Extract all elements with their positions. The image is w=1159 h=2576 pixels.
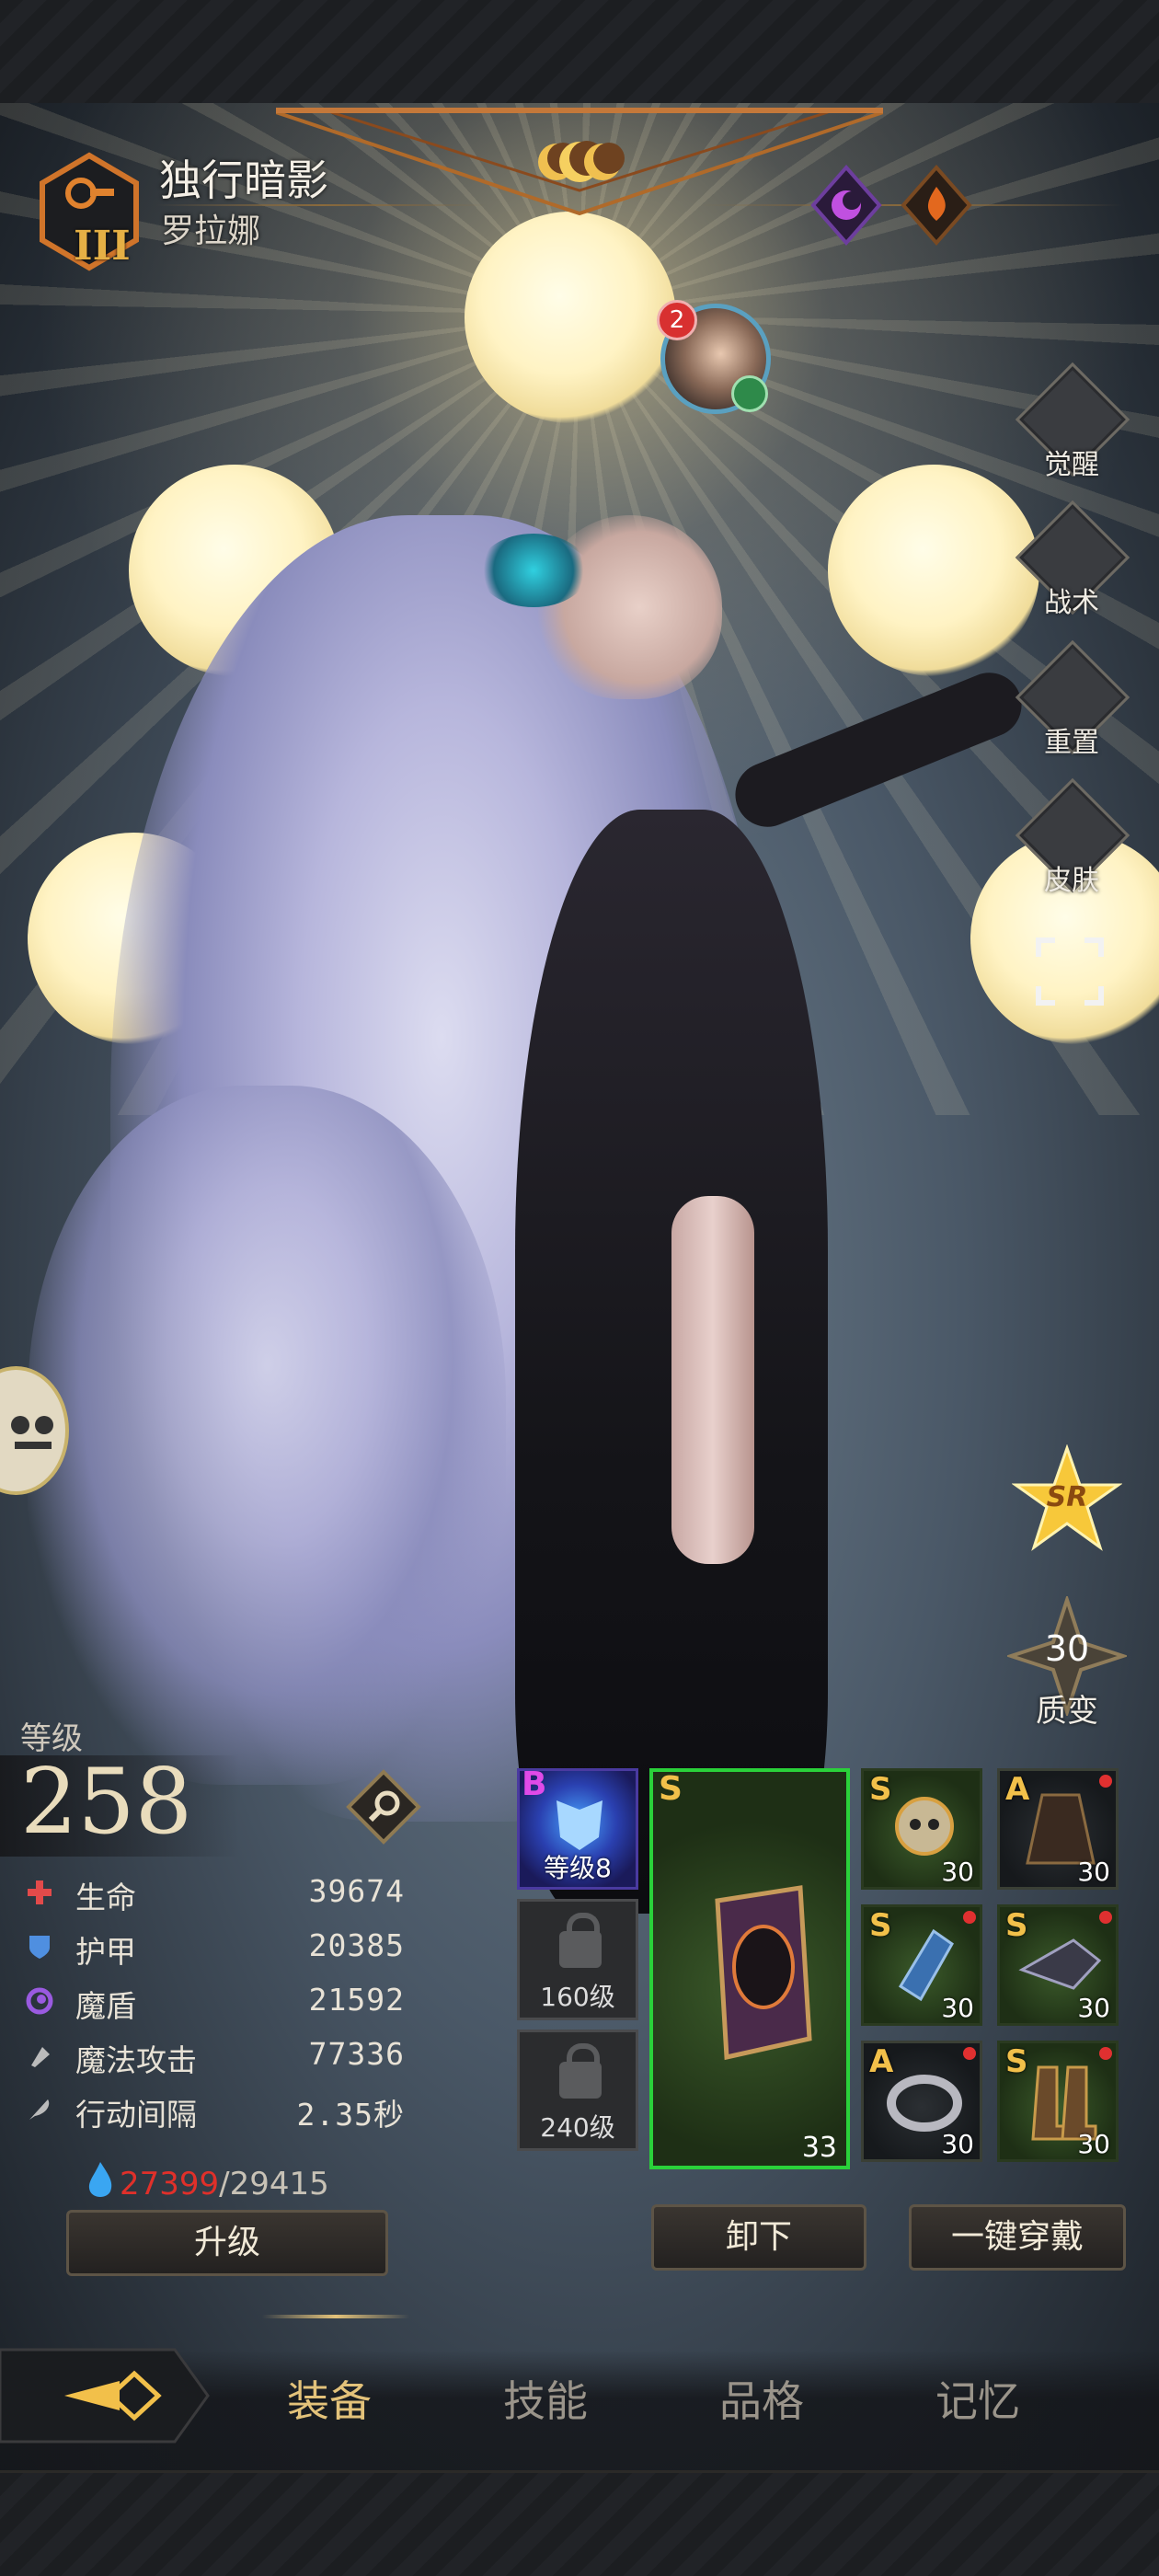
feather-headdress [478, 534, 589, 607]
side-button-awaken[interactable]: 觉醒 [1015, 362, 1130, 481]
stat-row-hp: 生命 39674 [18, 1869, 414, 1917]
hero-detail-screen: III 独行暗影 罗拉娜 2 觉醒 战术 重置 皮肤 SR 30 质变 等级 2… [0, 0, 1159, 2576]
gear-slot-helmet[interactable]: S 30 [997, 1904, 1119, 2026]
active-tab-indicator [262, 2315, 409, 2318]
side-button-tactics[interactable]: 战术 [1015, 500, 1130, 619]
exp-max: /29415 [219, 2166, 329, 2202]
header-divider-left [156, 204, 488, 206]
locked-slot-240[interactable]: 240级 [517, 2030, 638, 2151]
exp-counter: 27399/29415 [120, 2166, 329, 2202]
main-weapon-level: 33 [801, 2132, 837, 2164]
hero-title: 独行暗影 [159, 155, 328, 205]
exp-current: 27399 [120, 2166, 220, 2202]
skull-mask-icon [895, 1797, 954, 1856]
fullscreen-icon[interactable] [1035, 937, 1105, 1006]
stat-row-magic-attack: 魔法攻击 77336 [18, 2032, 414, 2080]
central-moon [465, 212, 676, 423]
spellbook-icon [715, 1885, 812, 2061]
avatar-notification-badge: 2 [657, 300, 697, 340]
transmute-value: 30 [1044, 1628, 1090, 1669]
ring-icon [887, 2075, 962, 2132]
helmet-icon [1018, 1938, 1102, 1990]
tab-equipment[interactable]: 装备 [237, 2368, 421, 2429]
stat-row-armor: 护甲 20385 [18, 1924, 414, 1972]
stat-row-magic-shield: 魔盾 21592 [18, 1978, 414, 2026]
new-item-dot [1099, 1911, 1112, 1924]
feather-icon [29, 2099, 50, 2120]
artifact-slot[interactable]: B 等级8 [517, 1765, 638, 1890]
tab-skills[interactable]: 技能 [453, 2368, 637, 2429]
new-item-dot [1099, 2047, 1112, 2060]
artifact-label: 等级8 [544, 1853, 612, 1883]
main-weapon-rank: S [659, 1770, 683, 1808]
moon-right-upper [828, 465, 1039, 676]
eyes-icon [11, 1416, 53, 1449]
upgrade-button[interactable]: 升级 [66, 2210, 388, 2276]
artifact-rank: B [522, 1765, 547, 1803]
rank-numeral: III [74, 223, 131, 270]
lock-icon [559, 2043, 602, 2099]
element-dark-icon[interactable] [809, 164, 883, 247]
element-fire-icon[interactable] [900, 164, 973, 247]
new-item-dot [1099, 1775, 1112, 1788]
hero-name: 罗拉娜 [161, 213, 261, 250]
tab-memory[interactable]: 记忆 [886, 2368, 1070, 2429]
locked-slot-160[interactable]: 160级 [517, 1899, 638, 2020]
main-weapon-slot[interactable]: S 33 [649, 1768, 850, 2169]
bottom-frame [0, 2470, 1159, 2576]
new-item-dot [963, 2047, 976, 2060]
unequip-button[interactable]: 卸下 [651, 2204, 866, 2271]
lock-icon [559, 1913, 602, 1968]
character-leg [671, 1196, 754, 1564]
blue-flame-icon [88, 2162, 112, 2197]
shield-icon [29, 1936, 50, 1959]
demon-mask-icon [557, 1800, 602, 1850]
voice-icon[interactable] [731, 375, 768, 412]
character-hair-flow [28, 1086, 506, 1785]
inspect-icon[interactable] [345, 1768, 422, 1846]
new-item-dot [963, 1911, 976, 1924]
equip-all-button[interactable]: 一键穿戴 [909, 2204, 1126, 2271]
swirl-icon [26, 1987, 53, 2015]
gear-slot-head[interactable]: S 30 [861, 1768, 982, 1890]
tab-character[interactable]: 品格 [670, 2368, 854, 2429]
side-button-reset[interactable]: 重置 [1015, 639, 1130, 759]
magic-hand-icon [31, 2047, 50, 2067]
level-value: 258 [20, 1750, 193, 1855]
gear-slot-boots[interactable]: S 30 [997, 2041, 1119, 2162]
heart-cross-icon [28, 1880, 52, 1904]
side-button-skin[interactable]: 皮肤 [1015, 777, 1130, 897]
top-frame [0, 0, 1159, 106]
gear-slot-ring[interactable]: A 30 [861, 2041, 982, 2162]
stat-row-action-interval: 行动间隔 2.35秒 [18, 2087, 414, 2134]
transmute-label: 质变 [1036, 1693, 1098, 1730]
gear-slot-cloak[interactable]: A 30 [997, 1768, 1119, 1890]
gear-slot-gloves[interactable]: S 30 [861, 1904, 982, 2026]
rarity-label: SR [1046, 1481, 1088, 1513]
back-button[interactable] [0, 2344, 212, 2447]
crescent-emblem-icon [538, 141, 625, 182]
